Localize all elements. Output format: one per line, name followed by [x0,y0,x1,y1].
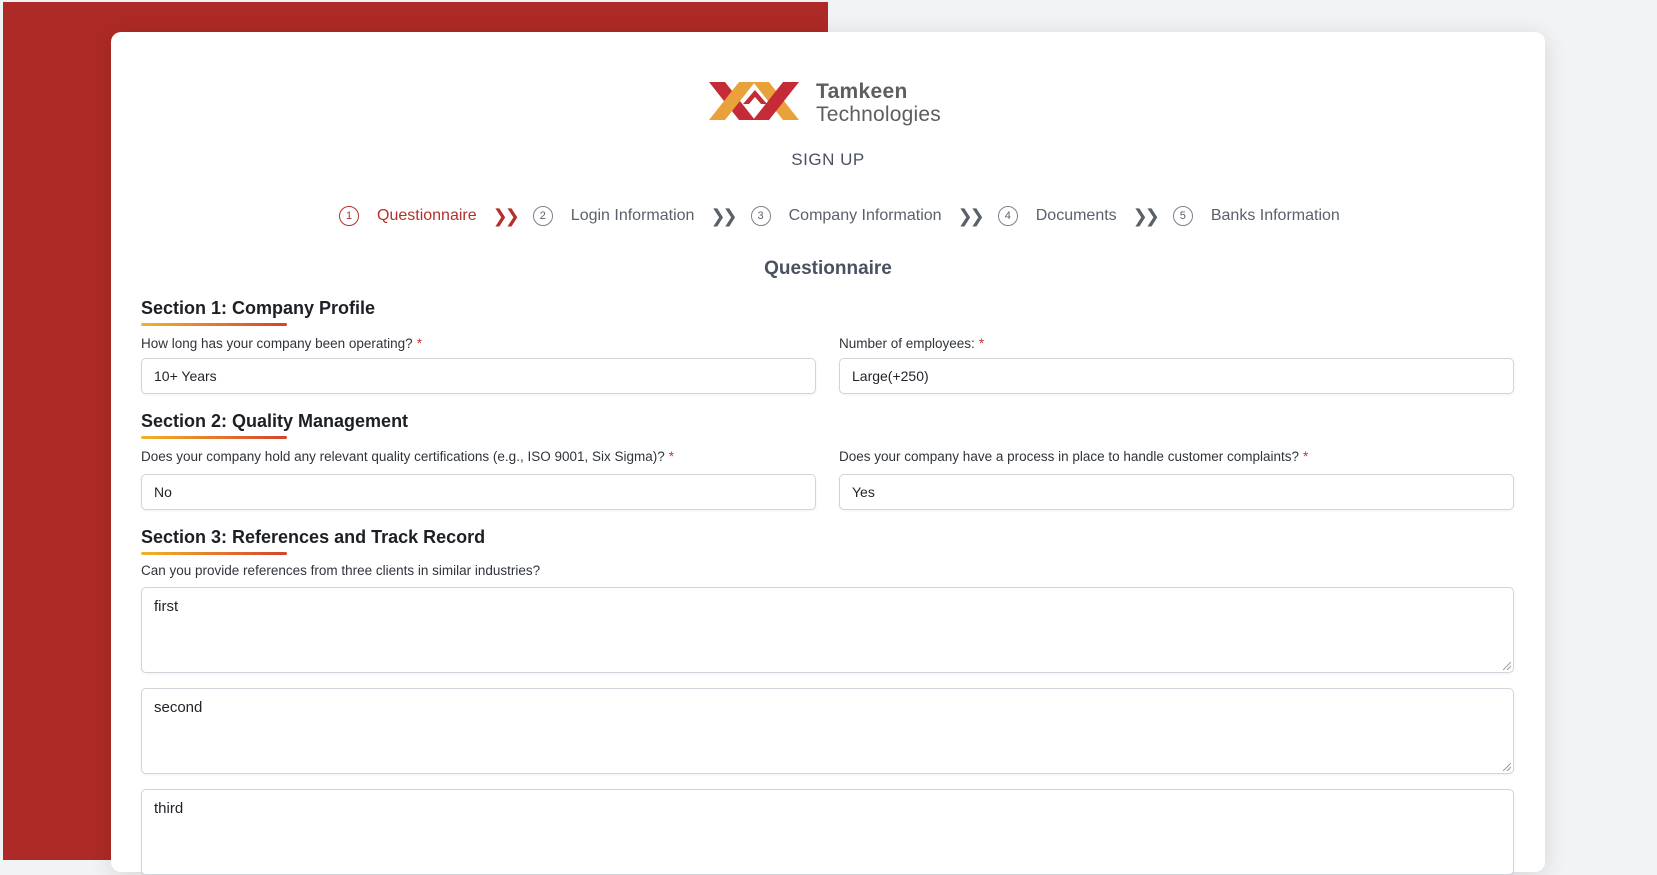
reference-3-value: third [154,800,184,817]
signup-stepper: 1 Questionnaire ❯❯ 2 Login Information ❯… [339,204,1340,228]
signup-card: Tamkeen Technologies SIGN UP 1 Questionn… [111,32,1545,875]
step-banks-information[interactable]: 5 Banks Information [1172,206,1340,226]
resize-handle-icon[interactable] [1503,763,1511,771]
company-logo: Tamkeen Technologies [709,80,959,130]
chevron-double-right-icon: ❯❯ [1132,205,1160,226]
step-label: Documents [1035,207,1117,224]
step-company-information[interactable]: 3 Company Information [750,206,942,226]
section-1-title: Section 1: Company Profile [141,298,376,318]
reference-2-textarea[interactable]: second [141,688,1514,774]
page-title: SIGN UP [791,150,865,169]
required-marker: * [978,336,985,351]
certifications-field[interactable]: No [141,474,816,510]
complaints-field[interactable]: Yes [839,474,1514,510]
step-number: 4 [997,206,1018,226]
reference-1-textarea[interactable]: first [141,587,1514,673]
step-login-information[interactable]: 2 Login Information [532,206,695,226]
operating-years-label-text: How long has your company been operating… [141,336,413,351]
resize-handle-icon[interactable] [1503,662,1511,670]
section-3-underline [141,552,287,555]
certifications-label: Does your company hold any relevant qual… [141,449,674,464]
step-questionnaire[interactable]: 1 Questionnaire [339,206,477,226]
step-number: 3 [750,206,771,226]
step-number: 2 [532,206,553,226]
step-label: Questionnaire [377,207,477,224]
step-label: Login Information [570,207,695,224]
operating-years-label: How long has your company been operating… [141,336,422,351]
form-title: Questionnaire [764,258,892,279]
chevron-double-right-icon: ❯❯ [710,205,737,226]
step-label: Company Information [788,207,942,224]
required-marker: * [1303,449,1309,464]
certifications-label-text: Does your company hold any relevant qual… [141,449,665,464]
section-2-title: Section 2: Quality Management [141,411,409,431]
employees-field[interactable]: Large(+250) [839,358,1514,394]
required-marker: * [416,336,422,351]
operating-years-field[interactable]: 10+ Years [141,358,816,394]
section-1-underline [141,323,287,326]
complaints-label: Does your company have a process in plac… [839,449,1308,464]
employees-label: Number of employees: * [839,336,984,351]
references-label: Can you provide references from three cl… [141,563,541,578]
brand-name: Tamkeen [816,80,908,103]
step-documents[interactable]: 4 Documents [997,206,1117,226]
reference-2-value: second [154,699,203,716]
reference-3-textarea[interactable]: third [141,789,1514,875]
brand-tagline: Technologies [816,103,941,126]
chevron-double-right-icon: ❯❯ [957,205,985,226]
section-3-title: Section 3: References and Track Record [141,527,486,547]
reference-1-value: first [154,598,179,615]
step-label: Banks Information [1210,207,1340,224]
complaints-label-text: Does your company have a process in plac… [839,449,1299,464]
tamkeen-logo-icon [709,82,799,120]
step-number: 5 [1172,206,1193,226]
section-2-underline [141,436,287,439]
employees-label-text: Number of employees: [839,336,975,351]
step-number: 1 [339,206,359,226]
required-marker: * [668,449,675,464]
chevron-double-right-icon: ❯❯ [492,205,520,226]
